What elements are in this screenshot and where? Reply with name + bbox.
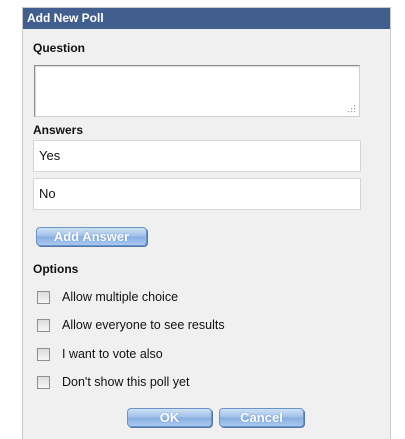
ok-button[interactable]: OK [127, 408, 212, 427]
option-label: Allow multiple choice [62, 290, 179, 304]
cancel-button[interactable]: Cancel [219, 408, 304, 427]
option-label: I want to vote also [62, 347, 163, 361]
question-textarea[interactable] [34, 65, 360, 117]
option-label: Allow everyone to see results [62, 318, 225, 332]
vote-also-checkbox[interactable] [37, 348, 50, 361]
see-results-checkbox[interactable] [37, 319, 50, 332]
answers-label: Answers [33, 123, 84, 137]
add-poll-dialog: Add New Poll Question Answers Yes No Add… [22, 7, 391, 439]
option-label: Don't show this poll yet [62, 375, 190, 389]
question-label: Question [33, 41, 86, 55]
answer-input-2[interactable]: No [33, 178, 361, 210]
multiple-choice-checkbox[interactable] [37, 291, 50, 304]
answer-input-1[interactable]: Yes [33, 140, 361, 172]
add-answer-button[interactable]: Add Answer [36, 227, 147, 246]
resize-grip-icon[interactable] [347, 104, 356, 113]
dont-show-checkbox[interactable] [37, 376, 50, 389]
dialog-title: Add New Poll [23, 8, 390, 29]
options-label: Options [33, 262, 79, 276]
